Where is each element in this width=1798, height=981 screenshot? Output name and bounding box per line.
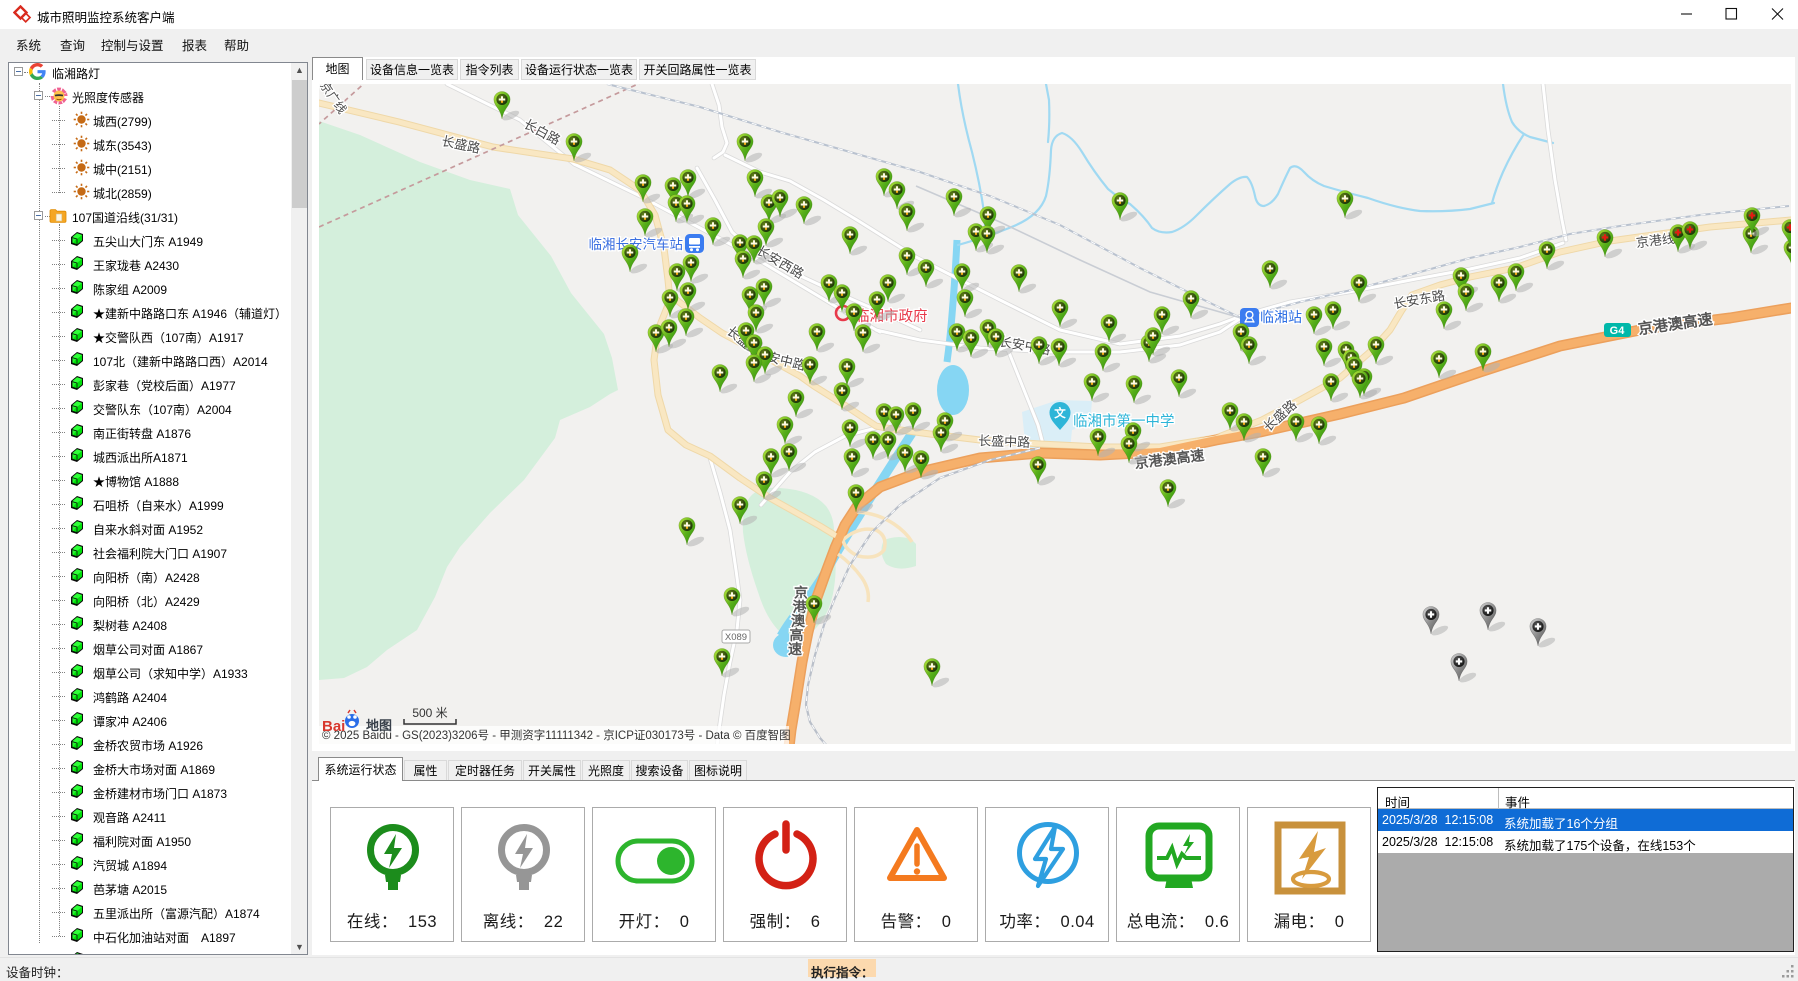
svg-text:地图: 地图 — [366, 718, 392, 733]
svg-text:© 2025 Baidu - GS(2023)3206号 -: © 2025 Baidu - GS(2023)3206号 - 甲测资字11111… — [322, 728, 791, 742]
svg-text:文: 文 — [1054, 406, 1066, 420]
svg-text:G4: G4 — [1610, 325, 1626, 337]
svg-text:速: 速 — [788, 641, 802, 657]
svg-text:临湘市第一中学: 临湘市第一中学 — [1073, 412, 1175, 430]
svg-text:临湘站: 临湘站 — [1260, 309, 1302, 325]
svg-text:Bai: Bai — [322, 718, 345, 735]
svg-text:500 米: 500 米 — [412, 706, 447, 720]
svg-text:X089: X089 — [725, 632, 747, 643]
svg-text:长盛中路: 长盛中路 — [978, 433, 1031, 450]
svg-text:临湘市政府: 临湘市政府 — [855, 308, 928, 325]
